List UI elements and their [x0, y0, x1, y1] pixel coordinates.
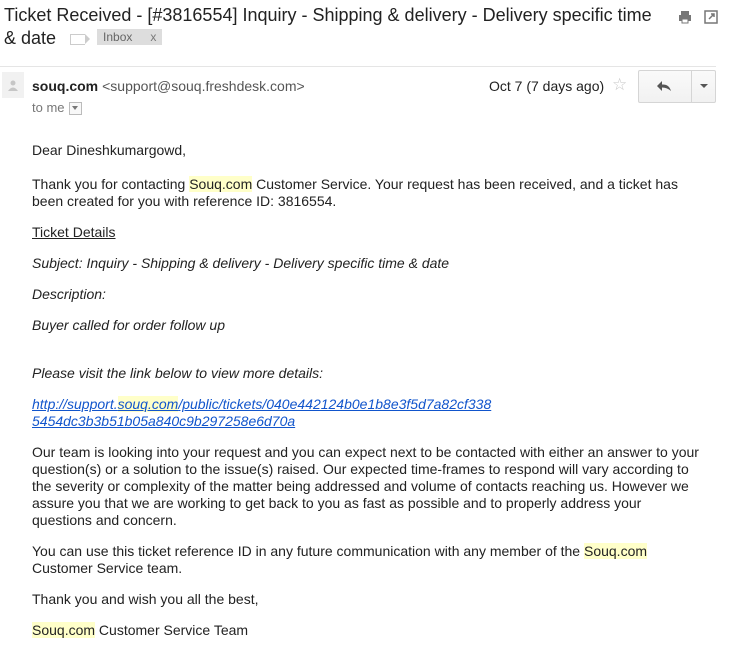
email-body: Dear Dineshkumargowd, Thank you for cont…	[32, 142, 702, 639]
email-date[interactable]: Oct 7 (7 days ago)	[489, 77, 604, 95]
link-part-3: 5454dc3b3b51b05a840c9b297258e6d70a	[32, 413, 296, 429]
recipient-details-dropdown[interactable]	[68, 102, 82, 116]
header-divider	[0, 66, 716, 67]
sender-line: souq.com <support@souq.freshdesk.com>	[32, 77, 305, 95]
signature-brand: Souq.com	[32, 622, 96, 638]
more-actions-dropdown[interactable]	[692, 71, 715, 102]
inbox-label-text: Inbox	[103, 30, 133, 45]
p1-text: Thank you for contacting	[32, 176, 190, 192]
reply-icon	[657, 81, 671, 91]
new-window-icon[interactable]	[704, 10, 718, 24]
signature: Souq.com Customer Service Team	[32, 622, 702, 639]
sender-email: <support@souq.freshdesk.com>	[102, 78, 305, 94]
sender-name[interactable]: souq.com	[32, 78, 98, 94]
recipient-text: to me	[32, 100, 65, 115]
inbox-label-chip[interactable]: Inbox x	[97, 29, 163, 46]
closing-thanks: Thank you and wish you all the best,	[32, 591, 259, 607]
star-icon[interactable]: ☆	[612, 76, 627, 94]
paragraph-team: Our team is looking into your request an…	[32, 444, 699, 528]
ref-brand-highlight: Souq.com	[583, 543, 648, 559]
reply-button[interactable]	[639, 71, 692, 102]
email-subject: Ticket Received - [#3816554] Inquiry - S…	[4, 4, 664, 50]
person-icon	[8, 80, 18, 91]
reply-button-group	[638, 70, 716, 103]
link-part-2: /public/tickets/040e442124b0e1b8e3f5d7a8…	[178, 396, 492, 412]
ticket-subject-line: Subject: Inquiry - Shipping & delivery -…	[32, 255, 450, 271]
paragraph-thank-you: Thank you for contacting Souq.com Custom…	[32, 176, 702, 210]
recipient-line: to me	[32, 99, 82, 117]
link-part-1: http://support.	[32, 396, 118, 412]
brand-highlight: Souq.com	[189, 176, 253, 192]
remove-label-button[interactable]: x	[150, 30, 156, 44]
ref-text-rest: Customer Service team.	[32, 560, 183, 576]
description-text: Buyer called for order follow up	[32, 317, 225, 333]
ticket-link[interactable]: http://support.souq.com/public/tickets/0…	[32, 396, 702, 430]
visit-link-text: Please visit the link below to view more…	[32, 365, 324, 381]
ticket-details-heading: Ticket Details	[32, 224, 116, 240]
greeting: Dear Dineshkumargowd,	[32, 142, 187, 158]
signature-rest: Customer Service Team	[95, 622, 249, 638]
ref-text: You can use this ticket reference ID in …	[32, 543, 584, 559]
link-brand-highlight: souq.com	[117, 396, 179, 412]
ticket-link-text[interactable]: http://support.souq.com/public/tickets/0…	[32, 396, 491, 429]
description-label: Description:	[32, 286, 106, 302]
sender-avatar	[2, 72, 24, 98]
paragraph-reference: You can use this ticket reference ID in …	[32, 543, 702, 577]
print-icon[interactable]	[678, 10, 692, 24]
label-tag-icon[interactable]	[70, 33, 91, 45]
